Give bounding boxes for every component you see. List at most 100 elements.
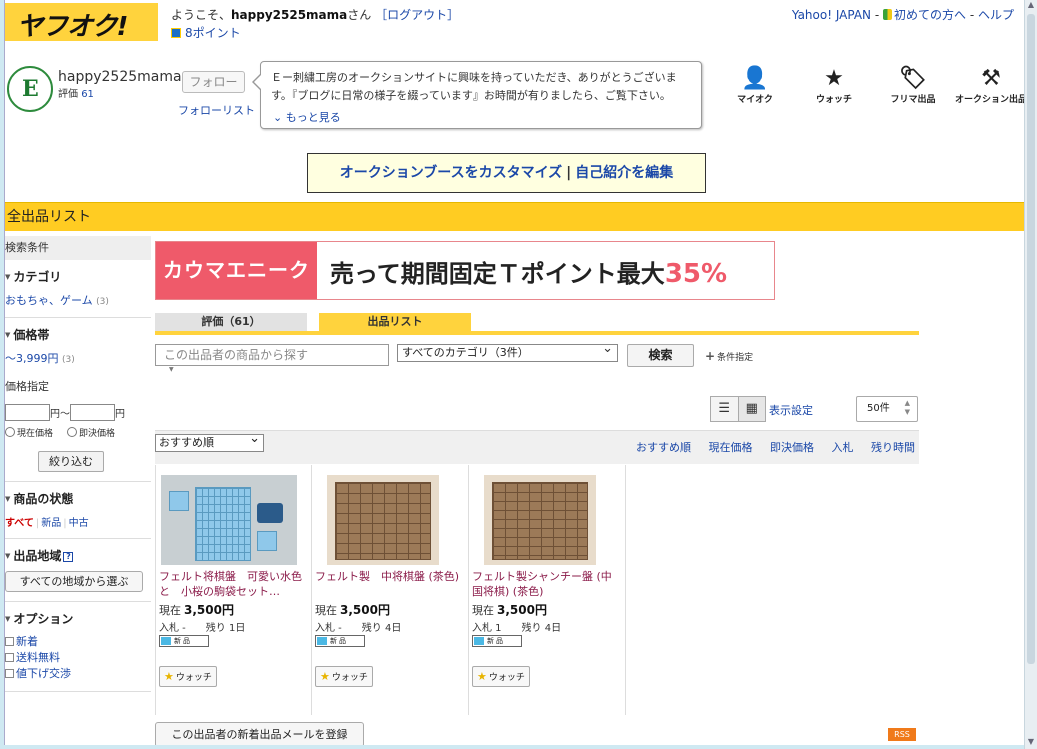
item-thumbnail[interactable] <box>161 475 297 565</box>
promo-banner[interactable]: カウマエニーク 売って期間固定Ｔポイント最大35% <box>155 241 775 300</box>
watch-button[interactable]: ★ ウォッチ <box>159 666 217 687</box>
profile-rating[interactable]: 評価 61 <box>58 85 94 100</box>
category-heading[interactable]: カテゴリ <box>5 268 151 285</box>
view-toggle: ☰ ▦ <box>710 396 766 422</box>
cond-used[interactable]: 中古 <box>69 518 89 529</box>
intro-text: Ｅー刺繍工房のオークションサイトに興味を持っていただき、ありがとうございます。『… <box>271 71 677 102</box>
item-title[interactable]: フェルト将棋盤 可愛い水色 と 小桜の駒袋セット… <box>159 569 305 599</box>
nav-watch[interactable]: ★ ウォッチ <box>790 66 878 105</box>
price-range-item[interactable]: ～3,999円 <box>5 352 59 365</box>
welcome-user: happy2525mama <box>231 8 348 22</box>
price-min-input[interactable] <box>5 404 50 421</box>
cond-new[interactable]: 新品 <box>41 518 61 529</box>
option-price-negotiation[interactable]: 値下げ交渉 <box>5 666 151 682</box>
star-icon: ★ <box>477 670 487 683</box>
item-price: 現在 3,500円 <box>472 603 547 617</box>
watch-button[interactable]: ★ ウォッチ <box>315 666 373 687</box>
sidebar-title: 検索条件 <box>5 236 151 260</box>
category-select[interactable]: すべてのカテゴリ（3件） <box>397 341 618 362</box>
new-badge: 新品 <box>159 635 209 647</box>
list-bar-title: 全出品リスト <box>5 202 1024 231</box>
price-heading[interactable]: 価格帯 <box>5 326 151 343</box>
list-view-icon[interactable]: ☰ <box>711 397 738 421</box>
new-badge: 新品 <box>472 635 522 647</box>
yahuoku-logo[interactable]: ヤフオク! <box>5 3 158 42</box>
more-link[interactable]: ⌄ もっと見る <box>273 109 341 127</box>
seller-search-input[interactable]: この出品者の商品から探す <box>155 344 389 366</box>
banner-text: 売って期間固定Ｔポイント最大35% <box>330 259 728 289</box>
grid-view-icon[interactable]: ▦ <box>737 397 765 421</box>
item-card: フェルト製シャンチー盤 (中国将棋) (茶色) 現在 3,500円 入札 1 残り… <box>469 465 626 715</box>
region-heading[interactable]: 出品地域? <box>5 547 151 564</box>
current-price-radio[interactable]: 現在価格 <box>5 426 53 439</box>
plus-icon: + <box>705 349 716 363</box>
sidebar: 検索条件 カテゴリ おもちゃ、ゲーム (3) 価格帯 ～3,999円 (3) 価… <box>5 236 151 692</box>
sort-bids[interactable]: 入札 <box>832 441 854 454</box>
search-caret-icon: ▼ <box>169 366 174 373</box>
item-title[interactable]: フェルト製 中将棋盤 (茶色) <box>315 569 461 584</box>
buyout-price-radio[interactable]: 即決価格 <box>67 426 115 439</box>
beginner-link[interactable]: 初めての方へ <box>894 8 966 22</box>
tag-icon: 🏷 <box>899 66 927 91</box>
sort-bar: おすすめ順 おすすめ順 現在価格 即決価格 入札 残り時間 <box>155 430 919 464</box>
sort-select[interactable]: おすすめ順 <box>155 431 264 452</box>
sidebar-options: オプション 新着 送料無料 値下げ交渉 <box>5 602 151 692</box>
cond-all[interactable]: すべて <box>5 518 34 529</box>
nav-myauc[interactable]: 👤 マイオク <box>720 66 790 105</box>
help-icon[interactable]: ? <box>63 552 74 562</box>
scroll-down-icon[interactable]: ▼ <box>1025 737 1037 749</box>
new-badge: 新品 <box>315 635 365 647</box>
sort-time-left[interactable]: 残り時間 <box>871 441 915 454</box>
item-thumbnail[interactable] <box>327 475 439 565</box>
tab-listing[interactable]: 出品リスト <box>319 313 471 331</box>
item-title[interactable]: フェルト製シャンチー盤 (中国将棋) (茶色) <box>472 569 618 599</box>
option-free-shipping[interactable]: 送料無料 <box>5 650 151 666</box>
item-card: フェルト将棋盤 可愛い水色 と 小桜の駒袋セット… 現在 3,500円 入札 - … <box>155 465 312 715</box>
display-settings-link[interactable]: 表示設定 <box>769 402 813 418</box>
item-thumbnail[interactable] <box>484 475 596 565</box>
logout-link[interactable]: ［ログアウト］ <box>375 8 459 22</box>
category-item[interactable]: おもちゃ、ゲーム <box>5 294 93 307</box>
price-max-input[interactable] <box>70 404 115 421</box>
points-icon <box>171 28 181 38</box>
star-icon: ★ <box>824 66 844 91</box>
tab-rating[interactable]: 評価（61） <box>155 313 307 331</box>
scroll-thumb[interactable] <box>1027 14 1035 664</box>
search-button[interactable]: 検索 <box>627 344 694 367</box>
avatar[interactable] <box>7 66 53 112</box>
person-icon: 👤 <box>741 66 769 91</box>
condition-add-link[interactable]: + 条件指定 <box>705 349 753 363</box>
star-icon: ★ <box>164 670 174 683</box>
new-listing-mail-button[interactable]: この出品者の新着出品メールを登録 <box>155 722 364 745</box>
rss-icon[interactable]: RSS <box>888 728 916 741</box>
region-select-button[interactable]: すべての地域から選ぶ <box>5 571 143 592</box>
vertical-scrollbar[interactable]: ▲ ▼ <box>1024 0 1037 749</box>
sort-links: おすすめ順 現在価格 即決価格 入札 残り時間 <box>622 439 915 455</box>
condition-heading[interactable]: 商品の状態 <box>5 490 151 507</box>
sort-buyout-price[interactable]: 即決価格 <box>770 441 814 454</box>
edit-intro-link[interactable]: 自己紹介を編集 <box>575 165 673 181</box>
item-meta: 入札 - 残り 1日 <box>159 623 246 634</box>
sort-current-price[interactable]: 現在価格 <box>709 441 753 454</box>
sidebar-region: 出品地域? すべての地域から選ぶ <box>5 539 151 602</box>
option-heading[interactable]: オプション <box>5 610 151 627</box>
follow-list-link[interactable]: フォローリスト <box>178 102 255 118</box>
item-price: 現在 3,500円 <box>159 603 234 617</box>
nav-flea-market[interactable]: 🏷 フリマ出品 <box>878 66 948 105</box>
customize-booth-link[interactable]: オークションブースをカスタマイズ <box>340 165 562 181</box>
narrow-button[interactable]: 絞り込む <box>38 451 104 472</box>
chevron-down-icon: ⌄ <box>273 111 286 124</box>
points-link[interactable]: 8ポイント <box>171 24 241 41</box>
yahoo-japan-link[interactable]: Yahoo! JAPAN <box>792 8 871 22</box>
nav-auction-listing[interactable]: ⚒ オークション出品 <box>948 66 1024 105</box>
item-cards: フェルト将棋盤 可愛い水色 と 小桜の駒袋セット… 現在 3,500円 入札 - … <box>155 465 626 715</box>
gavel-icon: ⚒ <box>981 66 1001 91</box>
top-links: Yahoo! JAPAN - 初めての方へ - ヘルプ <box>791 8 1014 22</box>
follow-button[interactable]: フォロー <box>182 71 245 93</box>
help-link[interactable]: ヘルプ <box>978 8 1014 22</box>
watch-button[interactable]: ★ ウォッチ <box>472 666 530 687</box>
per-page-select[interactable]: 50件 <box>856 396 918 422</box>
scroll-up-icon[interactable]: ▲ <box>1025 0 1037 12</box>
sort-recommended[interactable]: おすすめ順 <box>636 441 691 454</box>
option-new[interactable]: 新着 <box>5 634 151 650</box>
